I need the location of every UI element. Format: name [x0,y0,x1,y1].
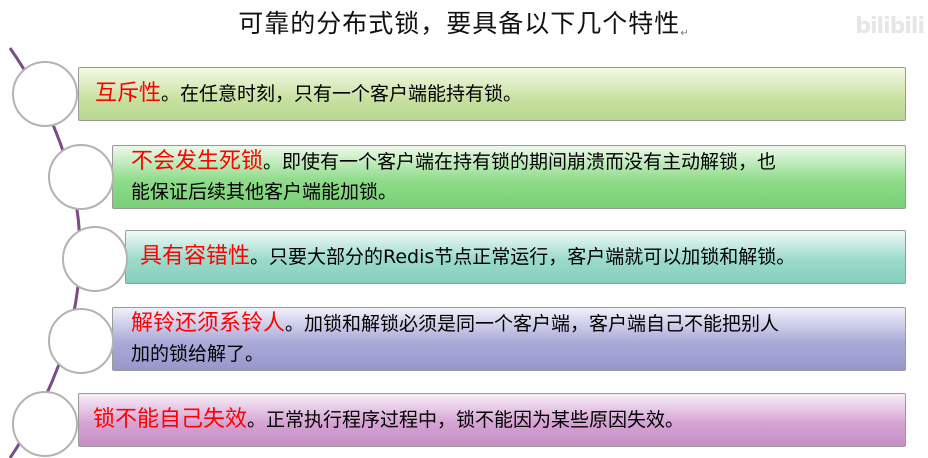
feature-description: 。只要大部分的Redis节点正常运行，客户端就可以加锁和解锁。 [250,246,796,268]
feature-description-cont: 加的锁给解了。 [131,343,265,365]
band-line-1: 解铃还须系铃人。加锁和解锁必须是同一个客户端，客户端自己不能把别人 [131,309,891,339]
feature-description: 。正常执行程序过程中，锁不能因为某些原因失效。 [247,409,685,431]
feature-description: 。在任意时刻，只有一个客户端能持有锁。 [161,83,523,105]
feature-band-fault-tolerance: 具有容错性。只要大部分的Redis节点正常运行，客户端就可以加锁和解锁。 [125,230,906,284]
feature-description: 。即使有一个客户端在持有锁的期间崩溃而没有主动解锁，也 [263,151,777,173]
bullet-circle [48,144,114,210]
band-line-1: 具有容错性。只要大部分的Redis节点正常运行，客户端就可以加锁和解锁。 [140,242,891,272]
feature-band-no-self-expiry: 锁不能自己失效。正常执行程序过程中，锁不能因为某些原因失效。 [78,393,906,447]
band-line-1: 不会发生死锁。即使有一个客户端在持有锁的期间崩溃而没有主动解锁，也 [131,147,891,177]
band-line-2: 加的锁给解了。 [131,339,891,369]
band-line-1: 锁不能自己失效。正常执行程序过程中，锁不能因为某些原因失效。 [93,405,891,435]
feature-keyword: 锁不能自己失效 [93,407,248,432]
feature-keyword: 解铃还须系铃人 [131,311,286,336]
feature-keyword: 互斥性 [95,81,162,106]
band-line-1: 互斥性。在任意时刻，只有一个客户端能持有锁。 [95,79,891,109]
feature-description: 。加锁和解锁必须是同一个客户端，客户端自己不能把别人 [285,313,780,335]
bullet-circle [12,391,78,457]
bullet-circle [48,308,114,374]
feature-band-same-client-unlock: 解铃还须系铃人。加锁和解锁必须是同一个客户端，客户端自己不能把别人 加的锁给解了… [112,307,906,371]
band-line-2: 能保证后续其他客户端能加锁。 [131,177,891,207]
feature-keyword: 具有容错性 [140,244,251,269]
feature-band-no-deadlock: 不会发生死锁。即使有一个客户端在持有锁的期间崩溃而没有主动解锁，也 能保证后续其… [112,145,906,209]
feature-band-mutual-exclusion: 互斥性。在任意时刻，只有一个客户端能持有锁。 [78,67,906,121]
feature-keyword: 不会发生死锁 [131,149,264,174]
feature-description-cont: 能保证后续其他客户端能加锁。 [131,181,398,203]
bullet-circle [12,61,78,127]
bullet-circle [62,226,128,292]
